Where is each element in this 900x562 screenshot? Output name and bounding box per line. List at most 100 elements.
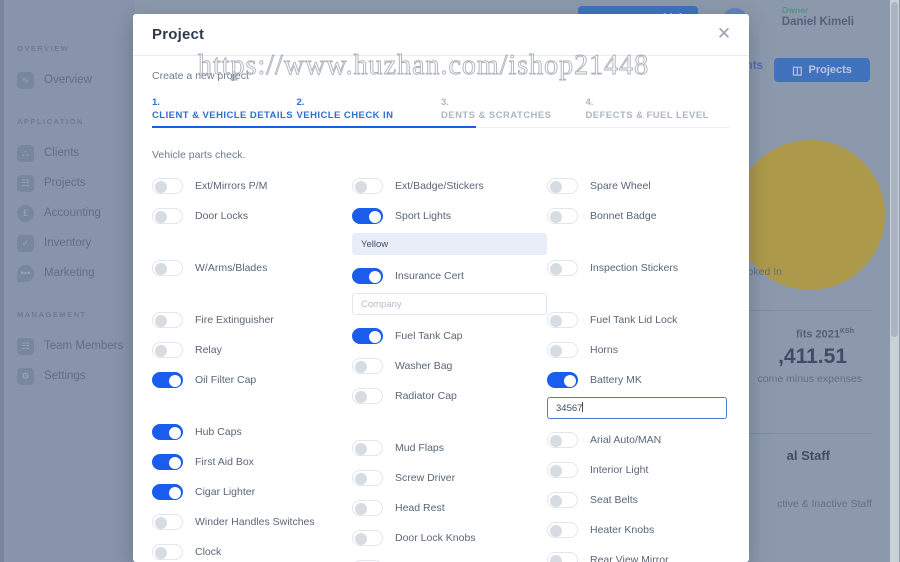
toggle-label: Radiator Cap: [395, 390, 457, 402]
toggle-label: Ext/Badge/Stickers: [395, 180, 484, 192]
toggle-label: Battery MK: [590, 374, 642, 386]
step-progress-bar: [152, 126, 476, 128]
toggle-battery-mk[interactable]: [547, 372, 578, 388]
toggle-screw-driver[interactable]: [352, 470, 383, 486]
toggle-row-radio-speaker: Radio Speaker: [352, 553, 547, 562]
toggle-row-fuel-tank-lid-lock: Fuel Tank Lid Lock: [547, 305, 727, 335]
sport-lights-color-input[interactable]: Yellow: [352, 233, 547, 255]
toggle-knob: [169, 457, 181, 469]
toggle-row-spare-wheel: Spare Wheel: [547, 171, 727, 201]
toggle-knob: [369, 211, 381, 223]
toggle-label: Interior Light: [590, 464, 649, 476]
toggle-door-lock-knobs[interactable]: [352, 530, 383, 546]
toggle-row-hub-caps: Hub Caps: [152, 417, 352, 447]
modal-body: Create a new project 1. CLIENT & VEHICLE …: [133, 56, 749, 562]
step-tab-2[interactable]: 2. VEHICLE CHECK IN: [297, 96, 442, 123]
toggle-oil-filter-cap[interactable]: [152, 372, 183, 388]
toggle-door-locks[interactable]: [152, 208, 183, 224]
battery-mk-input[interactable]: 34567: [547, 397, 727, 419]
parts-column-1: Ext/Mirrors P/M Door Locks W/Arms/Blades Fi…: [152, 171, 352, 562]
step-tab-4[interactable]: 4. DEFECTS & FUEL LEVEL: [586, 96, 731, 123]
toggle-row-fire-extinguisher: Fire Extinguisher: [152, 305, 352, 335]
toggle-relay[interactable]: [152, 342, 183, 358]
toggle-label: Fuel Tank Cap: [395, 330, 463, 342]
toggle-label: Arial Auto/MAN: [590, 434, 662, 446]
toggle-interior-light[interactable]: [547, 462, 578, 478]
modal-subtitle: Create a new project: [152, 70, 249, 82]
toggle-row-insurance-cert: Insurance Cert: [352, 261, 547, 291]
toggle-knob: [169, 375, 181, 387]
toggle-fuel-tank-cap[interactable]: [352, 328, 383, 344]
toggle-row-horns: Horns: [547, 335, 727, 365]
toggle-mud-flaps[interactable]: [352, 440, 383, 456]
toggle-knob: [155, 315, 167, 327]
toggle-knob: [155, 345, 167, 357]
toggle-arial-auto-man[interactable]: [547, 432, 578, 448]
step-tab-3[interactable]: 3. DENTS & SCRATCHES: [441, 96, 586, 123]
toggle-knob: [550, 525, 562, 537]
toggle-row-oil-filter-cap: Oil Filter Cap: [152, 365, 352, 395]
toggle-rear-view-mirror[interactable]: [547, 552, 578, 562]
toggle-label: Insurance Cert: [395, 270, 464, 282]
toggle-knob: [355, 473, 367, 485]
toggle-sport-lights[interactable]: [352, 208, 383, 224]
toggle-label: Sport Lights: [395, 210, 452, 222]
toggle-knob: [169, 427, 181, 439]
toggle-spare-wheel[interactable]: [547, 178, 578, 194]
toggle-fire-extinguisher[interactable]: [152, 312, 183, 328]
step-tab-1[interactable]: 1. CLIENT & VEHICLE DETAILS: [152, 96, 297, 123]
toggle-label: Hub Caps: [195, 426, 242, 438]
toggle-w-arms-blades[interactable]: [152, 260, 183, 276]
toggle-label: Screw Driver: [395, 472, 456, 484]
toggle-label: Fuel Tank Lid Lock: [590, 314, 678, 326]
toggle-label: Inspection Stickers: [590, 262, 679, 274]
toggle-bonnet-badge[interactable]: [547, 208, 578, 224]
toggle-row-sport-lights: Sport Lights: [352, 201, 547, 231]
toggle-label: Cigar Lighter: [195, 486, 256, 498]
toggle-washer-bag[interactable]: [352, 358, 383, 374]
toggle-label: Mud Flaps: [395, 442, 445, 454]
toggle-ext-badge-stickers[interactable]: [352, 178, 383, 194]
toggle-label: Spare Wheel: [590, 180, 651, 192]
toggle-row-door-lock-knobs: Door Lock Knobs: [352, 523, 547, 553]
toggle-ext-mirrors-p-m[interactable]: [152, 178, 183, 194]
toggle-row-cigar-lighter: Cigar Lighter: [152, 477, 352, 507]
toggle-row-winder-handles-switches: Winder Handles Switches: [152, 507, 352, 537]
toggle-row-arial-auto-man: Arial Auto/MAN: [547, 425, 727, 455]
toggle-first-aid-box[interactable]: [152, 454, 183, 470]
sport-lights-color-input-wrap: Yellow: [352, 233, 547, 255]
close-icon[interactable]: ✕: [714, 24, 734, 45]
toggle-radiator-cap[interactable]: [352, 388, 383, 404]
toggle-horns[interactable]: [547, 342, 578, 358]
step-number: 3.: [441, 97, 449, 108]
parts-column-3: Spare Wheel Bonnet Badge Inspection Sticke…: [547, 171, 727, 562]
toggle-winder-handles-switches[interactable]: [152, 514, 183, 530]
toggle-row-fuel-tank-cap: Fuel Tank Cap: [352, 321, 547, 351]
grid-spacer: [152, 283, 352, 305]
toggle-label: Ext/Mirrors P/M: [195, 180, 268, 192]
toggle-cigar-lighter[interactable]: [152, 484, 183, 500]
grid-spacer: [547, 231, 727, 253]
toggle-clock[interactable]: [152, 544, 183, 560]
toggle-fuel-tank-lid-lock[interactable]: [547, 312, 578, 328]
toggle-hub-caps[interactable]: [152, 424, 183, 440]
toggle-label: Clock: [195, 546, 222, 558]
toggle-row-seat-belts: Seat Belts: [547, 485, 727, 515]
toggle-inspection-stickers[interactable]: [547, 260, 578, 276]
insurance-company-input[interactable]: Company: [352, 293, 547, 315]
toggle-row-ext-mirrors-p-m: Ext/Mirrors P/M: [152, 171, 352, 201]
toggle-head-rest[interactable]: [352, 500, 383, 516]
toggle-row-w-arms-blades: W/Arms/Blades: [152, 253, 352, 283]
toggle-insurance-cert[interactable]: [352, 268, 383, 284]
toggle-row-washer-bag: Washer Bag: [352, 351, 547, 381]
toggle-knob: [550, 263, 562, 275]
toggle-knob: [550, 345, 562, 357]
battery-mk-input-wrap: 34567: [547, 397, 727, 419]
toggle-heater-knobs[interactable]: [547, 522, 578, 538]
toggle-seat-belts[interactable]: [547, 492, 578, 508]
page-title: Project: [152, 26, 205, 43]
toggle-row-radiator-cap: Radiator Cap: [352, 381, 547, 411]
step-number: 2.: [296, 97, 305, 108]
grid-spacer: [152, 231, 352, 253]
toggle-knob: [355, 533, 367, 545]
